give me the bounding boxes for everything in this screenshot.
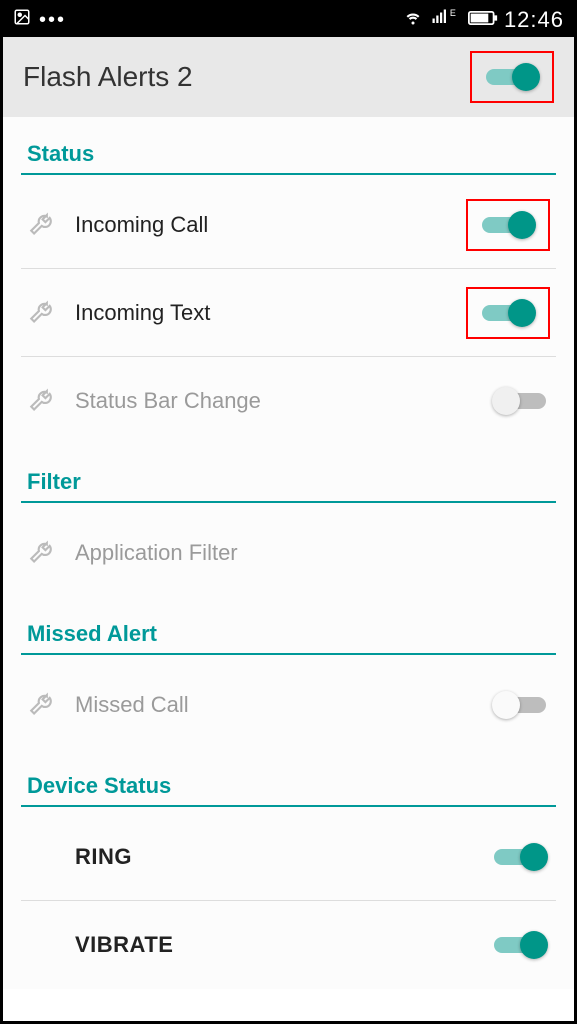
android-statusbar: ••• E 12:46 bbox=[3, 3, 574, 37]
toggle-ring[interactable] bbox=[490, 839, 550, 875]
toggle-status-bar-change[interactable] bbox=[490, 383, 550, 419]
row-label: Status Bar Change bbox=[75, 388, 490, 414]
section-title-missed: Missed Alert bbox=[21, 597, 556, 653]
row-application-filter[interactable]: Application Filter bbox=[21, 509, 556, 597]
toggle-vibrate[interactable] bbox=[490, 927, 550, 963]
row-label: VIBRATE bbox=[75, 932, 490, 958]
settings-list: Status Incoming Call Incoming Text Statu… bbox=[3, 117, 574, 989]
row-incoming-call[interactable]: Incoming Call bbox=[21, 181, 556, 269]
app-title: Flash Alerts 2 bbox=[23, 61, 193, 93]
battery-icon bbox=[468, 9, 498, 32]
row-missed-call[interactable]: Missed Call bbox=[21, 661, 556, 749]
row-label: Incoming Text bbox=[75, 300, 466, 326]
section-divider bbox=[21, 805, 556, 807]
toggle-missed-call[interactable] bbox=[490, 687, 550, 723]
row-status-bar-change[interactable]: Status Bar Change bbox=[21, 357, 556, 445]
signal-icon: E bbox=[430, 8, 462, 32]
row-ring[interactable]: RING bbox=[21, 813, 556, 901]
toggle-incoming-text[interactable] bbox=[478, 295, 538, 331]
wrench-icon bbox=[27, 384, 75, 418]
row-label: RING bbox=[75, 844, 490, 870]
app-bar: Flash Alerts 2 bbox=[3, 37, 574, 117]
main-toggle[interactable] bbox=[482, 59, 542, 95]
clock-text: 12:46 bbox=[504, 7, 564, 33]
picture-icon bbox=[13, 8, 31, 32]
row-vibrate[interactable]: VIBRATE bbox=[21, 901, 556, 989]
section-title-status: Status bbox=[21, 117, 556, 173]
section-divider bbox=[21, 173, 556, 175]
more-icon: ••• bbox=[39, 9, 66, 32]
highlight-main-toggle bbox=[470, 51, 554, 103]
wrench-icon bbox=[27, 688, 75, 722]
toggle-incoming-call[interactable] bbox=[478, 207, 538, 243]
wrench-icon bbox=[27, 208, 75, 242]
section-title-filter: Filter bbox=[21, 445, 556, 501]
section-title-device: Device Status bbox=[21, 749, 556, 805]
wifi-icon bbox=[402, 8, 424, 32]
section-divider bbox=[21, 653, 556, 655]
highlight-incoming-call bbox=[466, 199, 550, 251]
highlight-incoming-text bbox=[466, 287, 550, 339]
row-label: Missed Call bbox=[75, 692, 490, 718]
wrench-icon bbox=[27, 536, 75, 570]
row-label: Incoming Call bbox=[75, 212, 466, 238]
row-label: Application Filter bbox=[75, 540, 550, 566]
row-incoming-text[interactable]: Incoming Text bbox=[21, 269, 556, 357]
wrench-icon bbox=[27, 296, 75, 330]
section-divider bbox=[21, 501, 556, 503]
